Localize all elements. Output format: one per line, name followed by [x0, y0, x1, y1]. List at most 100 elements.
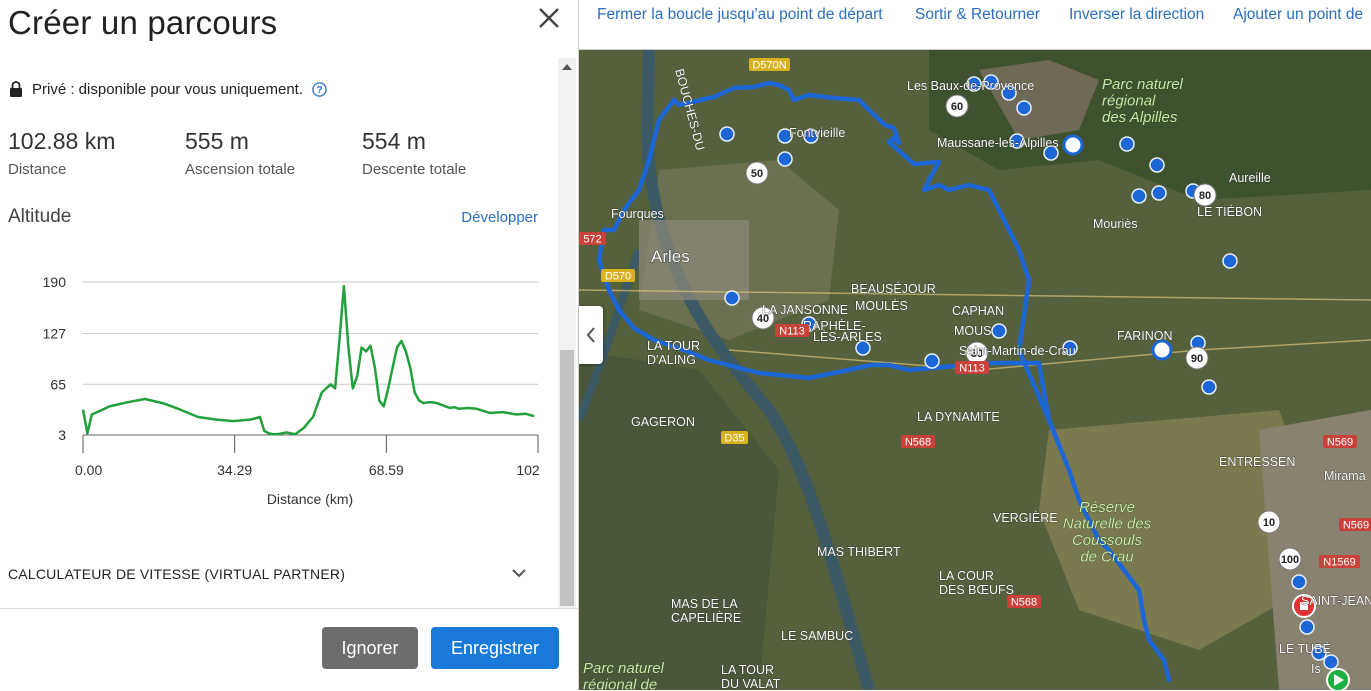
chart-x-tick-label: 0.00 — [75, 462, 102, 478]
map-label-le-tiebon: LE TIÉBON — [1197, 204, 1262, 219]
chevron-down-icon[interactable] — [510, 566, 528, 580]
satellite-map[interactable]: 60 50 80 40 30 90 10 100 Arles Fourques Fontvieil… — [579, 50, 1371, 690]
chart-x-tick-label: 34.29 — [217, 462, 252, 478]
chart-y-tick-label: 190 — [43, 274, 67, 290]
svg-text:572: 572 — [583, 234, 601, 246]
map-label-la-dynamite: LA DYNAMITE — [917, 410, 1000, 424]
altitude-title: Altitude — [8, 206, 72, 227]
chart-y-tick-label: 127 — [43, 326, 67, 342]
chevron-left-icon — [586, 327, 595, 343]
map-label-entressen: ENTRESSEN — [1219, 455, 1295, 469]
svg-text:N1569: N1569 — [1323, 557, 1355, 569]
chart-y-tick-label: 65 — [50, 376, 66, 392]
map-label-les-arles: LÈS-ARLES — [813, 329, 882, 344]
stat-distance-label: Distance — [8, 161, 67, 178]
map-label-saint-jean: SAINT-JEAN — [1301, 594, 1371, 608]
route-toolbar: Fermer la boucle jusqu'au point de dépar… — [579, 0, 1371, 50]
stat-distance-value: 102.88 km — [8, 128, 116, 154]
map-label-fourques: Fourques — [611, 207, 664, 221]
save-button[interactable]: Enregistrer — [431, 627, 559, 669]
close-icon[interactable] — [536, 5, 562, 31]
reverse-direction-link[interactable]: Inverser la direction — [1069, 6, 1204, 24]
map-label-vergiere: VERGIÈRE — [993, 510, 1058, 525]
close-loop-link[interactable]: Fermer la boucle jusqu'au point de dépar… — [597, 6, 883, 24]
panel-scrollbar[interactable] — [558, 58, 576, 608]
svg-text:N568: N568 — [1011, 597, 1037, 609]
scrollbar-thumb[interactable] — [560, 350, 574, 606]
road-shield: N113 — [955, 361, 989, 375]
road-shield: N568 — [901, 435, 935, 449]
svg-text:50: 50 — [751, 168, 763, 180]
map-label-istres: Is — [1311, 662, 1321, 676]
map-label-les-baux: Les Baux-de-Provence — [907, 79, 1034, 93]
route-active-waypoint-2[interactable] — [1151, 339, 1173, 361]
svg-text:N569: N569 — [1343, 520, 1369, 532]
stat-descent-label: Descente totale — [362, 161, 467, 178]
map-label-mouries: Mouriès — [1093, 217, 1137, 231]
map-label-mas-thibert: MAS THIBERT — [817, 545, 901, 559]
chart-x-axis-label: Distance (km) — [267, 491, 353, 507]
svg-text:?: ? — [316, 85, 322, 96]
map-label-la-tour-daling: LA TOUR D'ALING — [647, 339, 700, 367]
stat-ascent: 555 m Ascension totale — [185, 128, 295, 178]
svg-text:N569: N569 — [1327, 437, 1353, 449]
road-shield: N1569 — [1319, 555, 1360, 569]
map-label-la-tour-du-valat: LA TOUR DU VALAT — [721, 663, 781, 690]
stat-ascent-value: 555 m — [185, 128, 249, 154]
svg-text:N113: N113 — [779, 326, 804, 338]
lock-icon — [10, 81, 22, 97]
svg-text:N568: N568 — [905, 437, 931, 449]
svg-text:D570: D570 — [605, 271, 631, 283]
map-label-arles: Arles — [651, 247, 690, 266]
map-label-le-sambuc: LE SAMBUC — [781, 629, 853, 643]
map-canvas[interactable]: 6050804030 9010100 ArlesFourquesFontvieil… — [579, 50, 1371, 690]
map-label-caphan: CAPHAN — [952, 304, 1004, 318]
route-start-marker[interactable] — [1326, 668, 1350, 690]
create-route-panel: Créer un parcours Privé : disponible pou… — [0, 0, 579, 691]
km-marker: 60 — [945, 94, 969, 118]
elevation-line — [81, 284, 535, 436]
ignore-button[interactable]: Ignorer — [322, 627, 418, 669]
map-label-saint-martin: Saint-Martin-de-Crau — [959, 344, 1076, 358]
road-shield: D570 — [601, 269, 635, 283]
elevation-chart: 190 127 65 3 0.00 34.29 68.59 102 Distance (km… — [43, 274, 540, 507]
map-label-le-tube: LE TUBÉ — [1279, 641, 1331, 656]
road-shield: D570N — [749, 58, 790, 72]
road-shield: N568 — [1007, 595, 1041, 609]
map-label-mous: MOUS — [954, 324, 992, 338]
road-shield: N569 — [1339, 518, 1371, 532]
stat-distance: 102.88 km Distance — [8, 128, 115, 178]
km-marker: 50 — [745, 161, 769, 185]
help-icon[interactable]: ? — [312, 81, 327, 97]
panel-title: Créer un parcours — [8, 4, 278, 41]
map-label-moules: MOULÈS — [855, 298, 908, 313]
road-shield: 572 — [579, 232, 606, 246]
stat-ascent-label: Ascension totale — [185, 161, 296, 178]
stat-descent-value: 554 m — [362, 128, 426, 154]
map-label-park-camargue: Parc naturel régional de — [583, 660, 665, 690]
km-marker: 90 — [1185, 346, 1209, 370]
chart-y-tick-label: 3 — [58, 427, 66, 443]
km-marker: 10 — [1257, 510, 1281, 534]
collapse-panel-button[interactable] — [579, 306, 603, 364]
stat-descent: 554 m Descente totale — [362, 128, 466, 178]
route-active-waypoint[interactable] — [1062, 134, 1084, 156]
svg-text:D570N: D570N — [752, 60, 786, 72]
privacy-row: Privé : disponible pour vous uniquement.… — [8, 80, 327, 98]
svg-text:100: 100 — [1281, 554, 1299, 566]
km-marker: 100 — [1278, 547, 1302, 571]
map-label-maussane: Maussane-les-Alpilles — [937, 136, 1059, 150]
svg-text:D35: D35 — [724, 433, 744, 445]
add-start-point-link[interactable]: Ajouter un point de — [1233, 6, 1363, 24]
km-marker: 80 — [1193, 183, 1217, 207]
chart-x-tick-label: 68.59 — [369, 462, 404, 478]
scroll-up-arrow-icon[interactable] — [562, 64, 572, 70]
map-label-aureille: Aureille — [1229, 171, 1271, 185]
out-and-back-link[interactable]: Sortir & Retourner — [915, 6, 1040, 24]
expand-link[interactable]: Développer — [461, 209, 538, 226]
map-label-farinon: FARINON — [1117, 329, 1173, 343]
map-label-fontvieille: Fontvieille — [789, 126, 845, 140]
speed-calculator-label[interactable]: CALCULATEUR DE VITESSE (VIRTUAL PARTNER) — [8, 566, 345, 582]
svg-text:80: 80 — [1199, 190, 1211, 202]
map-label-beausejour: BEAUSÉJOUR — [851, 281, 936, 296]
